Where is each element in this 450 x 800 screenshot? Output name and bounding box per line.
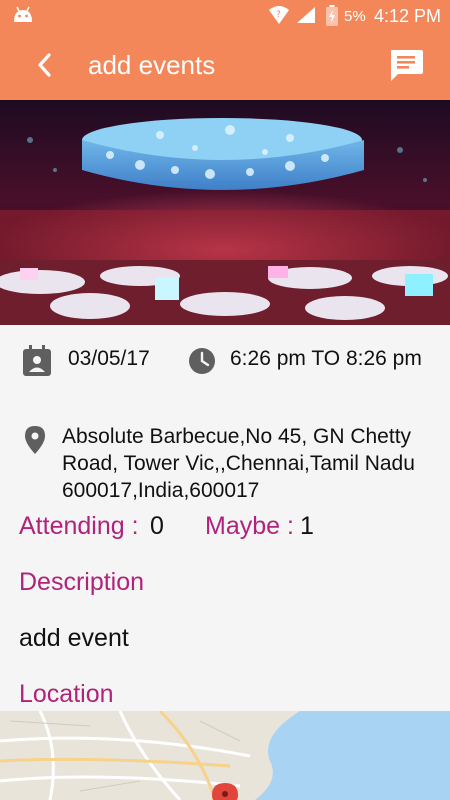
- svg-text:?: ?: [276, 10, 281, 20]
- battery-percent: 5%: [344, 8, 366, 25]
- event-address: Absolute Barbecue,No 45, GN Chetty Road,…: [62, 425, 415, 502]
- description-heading: Description: [19, 568, 145, 596]
- maybe-label: Maybe :: [205, 512, 294, 540]
- android-icon: [14, 6, 32, 22]
- page-title: add events: [88, 50, 216, 80]
- attending-label: Attending :: [19, 512, 139, 540]
- status-bar: ? 5% 4:12 PM: [0, 0, 450, 32]
- signal-icon: [297, 7, 315, 23]
- attending-count: 0: [150, 512, 164, 540]
- event-date: 03/05/17: [68, 347, 150, 370]
- event-time: 6:26 pm TO 8:26 pm: [230, 347, 422, 370]
- battery-icon: [326, 5, 338, 26]
- event-details: 03/05/17 6:26 pm TO 8:26 pm Absolute Bar…: [0, 325, 450, 711]
- clock: 4:12 PM: [374, 6, 442, 26]
- map-marker-icon: [212, 783, 238, 800]
- back-arrow-icon[interactable]: [30, 50, 60, 80]
- location-map[interactable]: [0, 711, 450, 800]
- wifi-icon: ?: [269, 6, 289, 24]
- description-text: add event: [19, 624, 129, 652]
- event-image: [0, 100, 450, 325]
- app-bar: add events: [0, 32, 450, 100]
- calendar-icon: [23, 345, 51, 376]
- chat-icon[interactable]: [386, 46, 426, 86]
- clock-icon: [189, 348, 215, 374]
- maybe-count: 1: [300, 512, 314, 540]
- location-heading: Location: [19, 680, 114, 708]
- location-pin-icon: [25, 426, 45, 454]
